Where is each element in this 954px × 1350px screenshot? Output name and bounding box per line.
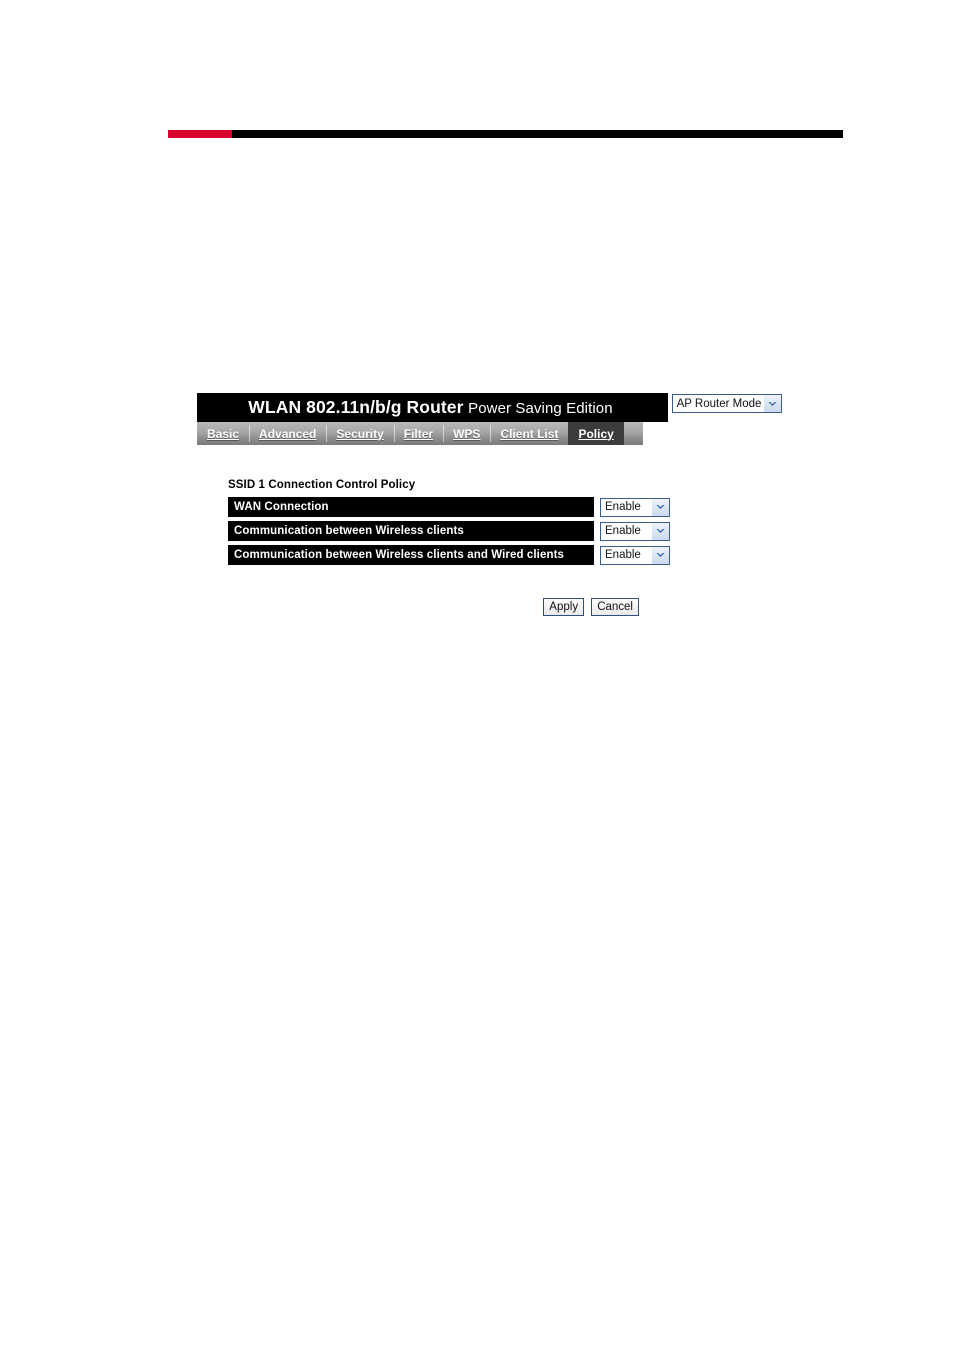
- policy-label-wan-connection: WAN Connection: [228, 497, 594, 517]
- wireless-client-communication-select[interactable]: Enable: [600, 521, 670, 541]
- chevron-down-icon[interactable]: [651, 546, 669, 564]
- apply-button[interactable]: Apply: [543, 598, 585, 616]
- wireless-client-communication-select-value: Enable: [605, 525, 641, 537]
- page-title-sub: Power Saving Edition: [468, 400, 613, 417]
- wan-connection-select[interactable]: Enable: [600, 497, 670, 517]
- wireless-wired-communication-select-value: Enable: [605, 549, 641, 561]
- policy-control: Enable: [600, 521, 670, 541]
- cancel-button[interactable]: Cancel: [591, 598, 639, 616]
- policy-label-wireless-wired-communication: Communication between Wireless clients a…: [228, 545, 594, 565]
- tab-wps[interactable]: WPS: [443, 422, 490, 445]
- page-title: WLAN 802.11n/b/g Router Power Saving Edi…: [248, 397, 616, 418]
- wireless-wired-communication-select[interactable]: Enable: [600, 545, 670, 565]
- tab-basic[interactable]: Basic: [197, 422, 249, 445]
- tab-client-list-label: Client List: [500, 426, 559, 441]
- tab-wps-label: WPS: [453, 426, 481, 441]
- action-buttons: Apply Cancel: [228, 598, 701, 616]
- tab-policy-label: Policy: [578, 426, 614, 441]
- page-rule-accent-segment: [168, 130, 232, 138]
- policy-control: Enable: [600, 545, 670, 565]
- tab-filter-label: Filter: [403, 426, 434, 441]
- tab-advanced-label: Advanced: [259, 426, 317, 441]
- policy-content: SSID 1 Connection Control Policy WAN Con…: [228, 479, 701, 565]
- page-rule-black-segment: [232, 130, 843, 138]
- tab-security[interactable]: Security: [326, 422, 393, 445]
- ui-header-bar: WLAN 802.11n/b/g Router Power Saving Edi…: [197, 393, 668, 422]
- policy-label-wireless-client-communication: Communication between Wireless clients: [228, 521, 594, 541]
- navigation-tabs: Basic Advanced Security Filter WPS Clien…: [197, 422, 643, 445]
- page-title-main: WLAN 802.11n/b/g Router: [248, 397, 464, 417]
- policy-row: Communication between Wireless clients E…: [228, 521, 701, 541]
- chevron-down-icon[interactable]: [651, 498, 669, 516]
- chevron-down-icon[interactable]: [763, 395, 781, 412]
- policy-row: Communication between Wireless clients a…: [228, 545, 701, 565]
- operation-mode-select-value: AP Router Mode: [676, 397, 762, 410]
- chevron-down-icon[interactable]: [651, 522, 669, 540]
- wan-connection-select-value: Enable: [605, 501, 641, 513]
- policy-row: WAN Connection Enable: [228, 497, 701, 517]
- tab-basic-label: Basic: [207, 426, 240, 441]
- tab-policy[interactable]: Policy: [568, 422, 624, 445]
- tab-filter[interactable]: Filter: [393, 422, 443, 445]
- operation-mode-select[interactable]: AP Router Mode: [672, 394, 782, 413]
- tab-security-label: Security: [336, 426, 384, 441]
- policy-control: Enable: [600, 497, 670, 517]
- router-admin-ui: WLAN 802.11n/b/g Router Power Saving Edi…: [197, 393, 797, 616]
- page-rule: [168, 130, 843, 138]
- section-heading: SSID 1 Connection Control Policy: [228, 479, 416, 491]
- tab-client-list[interactable]: Client List: [490, 422, 568, 445]
- tab-advanced[interactable]: Advanced: [249, 422, 326, 445]
